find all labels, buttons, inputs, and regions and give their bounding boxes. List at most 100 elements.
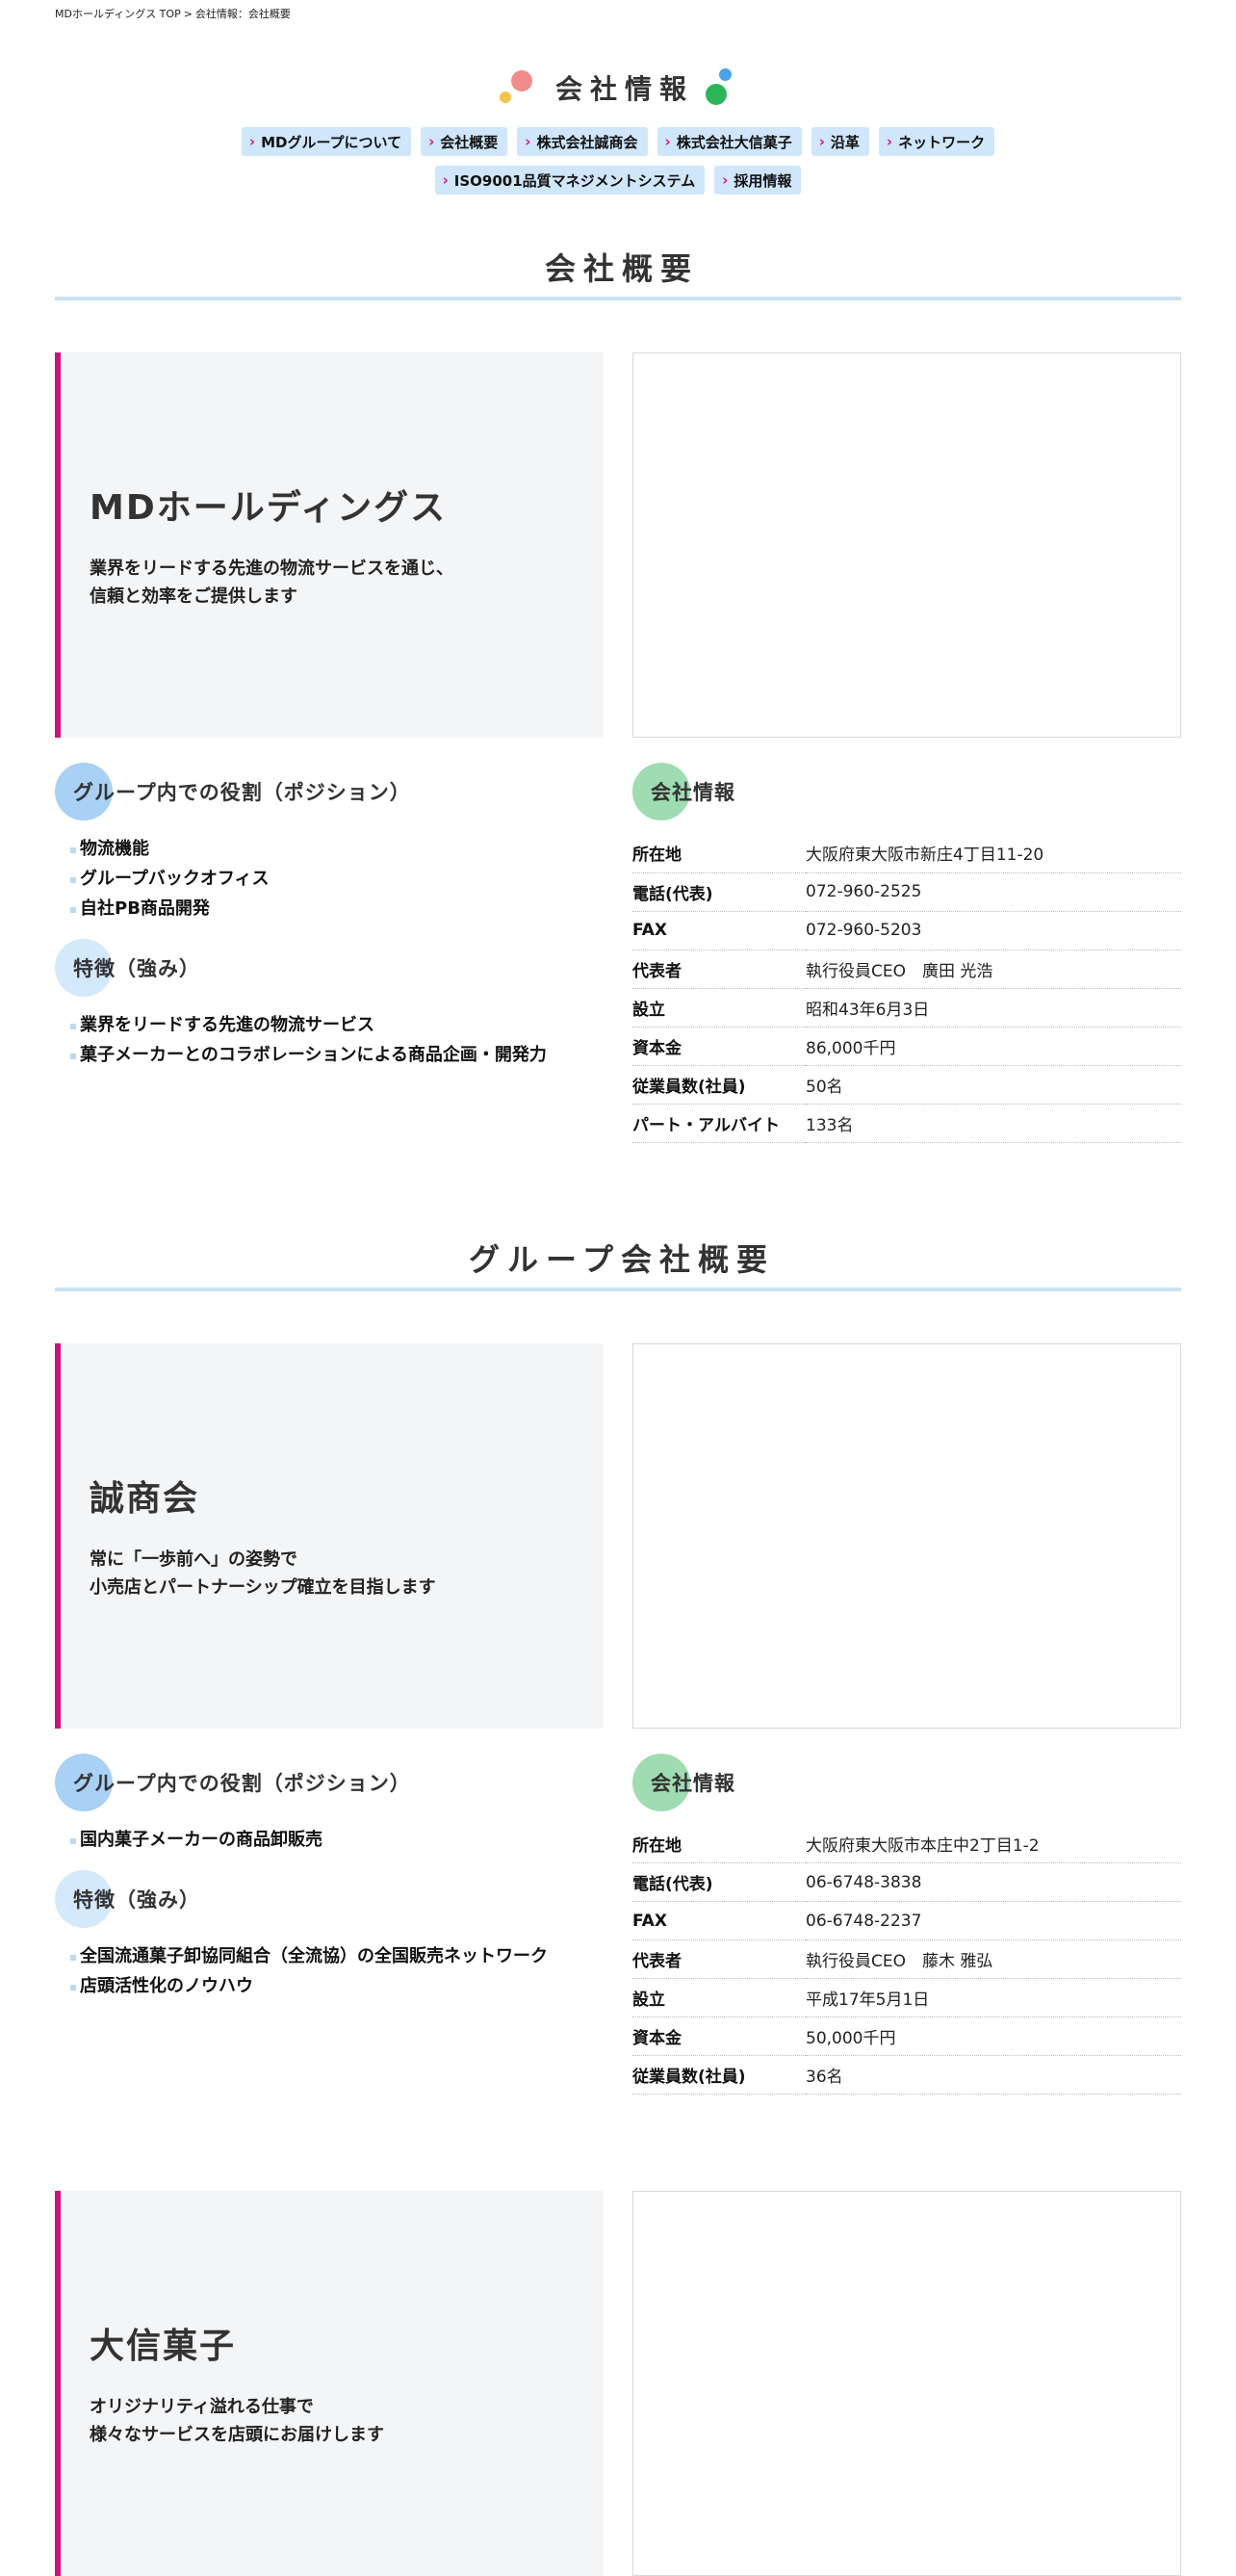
- tagline-line: 業界をリードする先進の物流サービスを通じ、: [90, 559, 453, 579]
- role-heading-text: グループ内での役割（ポジション）: [73, 1771, 411, 1795]
- page-header: 会社情報: [55, 60, 1181, 116]
- nav-item-label: 会社概要: [440, 133, 499, 151]
- info-heading: 会社情報: [632, 763, 1181, 820]
- nav-item-label: MDグループについて: [261, 133, 402, 151]
- nav-item-history[interactable]: › 沿革: [811, 127, 869, 156]
- section-heading-group: グループ会社概要: [55, 1236, 1181, 1291]
- info-value: 06-6748-3838: [806, 1862, 1181, 1902]
- nav-item-daishin[interactable]: › 株式会社大信菓子: [657, 127, 802, 156]
- table-row: FAX 072-960-5203: [632, 911, 1181, 950]
- chevron-right-icon: ›: [722, 171, 729, 189]
- section-heading-overview: 会社概要: [55, 245, 1181, 300]
- nav-item-recruit[interactable]: › 採用情報: [714, 166, 802, 195]
- nav-item-label: 株式会社大信菓子: [676, 133, 792, 151]
- nav-item-network[interactable]: › ネットワーク: [878, 127, 995, 156]
- section-divider: [55, 297, 1181, 300]
- tagline-line: 常に「一歩前へ」の姿勢で: [90, 1548, 297, 1570]
- company-info-table: 所在地 大阪府東大阪市新庄4丁目11-20 電話(代表) 072-960-2525 …: [632, 834, 1181, 1143]
- company-photo: [632, 2191, 1181, 2576]
- table-row: 従業員数(社員) 50名: [632, 1065, 1181, 1105]
- table-row: 資本金 50,000千円: [632, 2017, 1181, 2056]
- info-value: 133名: [806, 1104, 1181, 1143]
- list-item: 菓子メーカーとのコラボレーションによる商品企画・開発力: [70, 1040, 604, 1070]
- strength-heading-text: 特徴（強み）: [73, 957, 200, 980]
- chevron-right-icon: ›: [886, 133, 893, 150]
- breadcrumb-current: 会社情報：会社概要: [194, 8, 291, 20]
- info-key: 従業員数(社員): [632, 2055, 806, 2095]
- company-intro-box: 大信菓子 オリジナリティ溢れる仕事で 様々なサービスを店頭にお届けします: [55, 2191, 604, 2576]
- info-value: 大阪府東大阪市新庄4丁目11-20: [806, 834, 1181, 873]
- company-tagline: 業界をリードする先進の物流サービスを通じ、 信頼と効率をご提供します: [90, 555, 604, 611]
- info-value: 06-6748-2237: [806, 1901, 1181, 1940]
- info-value: 50名: [806, 1065, 1181, 1105]
- info-key: 所在地: [632, 834, 806, 873]
- nav-item-label: 沿革: [830, 133, 860, 151]
- table-row: FAX 06-6748-2237: [632, 1901, 1181, 1940]
- strength-heading: 特徴（強み）: [55, 1869, 604, 1928]
- company-tagline: オリジナリティ溢れる仕事で 様々なサービスを店頭にお届けします: [90, 2393, 604, 2449]
- company-tagline: 常に「一歩前へ」の姿勢で 小売店とパートナーシップ確立を目指します: [90, 1546, 604, 1601]
- nav-item-md-group[interactable]: › MDグループについて: [241, 127, 412, 156]
- table-row: 電話(代表) 06-6748-3838: [632, 1862, 1181, 1902]
- section-divider: [55, 1287, 1181, 1291]
- info-heading-text: 会社情報: [651, 781, 735, 804]
- chevron-right-icon: ›: [664, 133, 671, 150]
- nav-item-label: ネットワーク: [898, 133, 986, 151]
- company-photo: [632, 352, 1181, 738]
- list-item: グループバックオフィス: [70, 864, 604, 894]
- company-hero-md: MDホールディングス 業界をリードする先進の物流サービスを通じ、 信頼と効率をご…: [55, 352, 1181, 738]
- info-value: 執行役員CEO 藤木 雅弘: [806, 1939, 1181, 1979]
- section-title: グループ会社概要: [468, 1240, 776, 1278]
- info-key: 従業員数(社員): [632, 1065, 806, 1105]
- chevron-right-icon: ›: [248, 133, 256, 150]
- list-item: 自社PB商品開発: [70, 894, 604, 924]
- tagline-line: オリジナリティ溢れる仕事で: [90, 2397, 314, 2417]
- breadcrumb: MDホールディングス TOP > 会社情報：会社概要: [55, 0, 1181, 21]
- decorative-dots-right-icon: [702, 68, 736, 107]
- company-hero-seishokai: 誠商会 常に「一歩前へ」の姿勢で 小売店とパートナーシップ確立を目指します: [55, 1342, 1181, 1729]
- info-heading: 会社情報: [632, 1753, 1181, 1811]
- info-value: 平成17年5月1日: [806, 1978, 1181, 2017]
- table-row: 設立 平成17年5月1日: [632, 1978, 1181, 2017]
- table-row: 所在地 大阪府東大阪市新庄4丁目11-20: [632, 834, 1181, 873]
- info-key: 電話(代表): [632, 1862, 806, 1902]
- strength-heading: 特徴（強み）: [55, 939, 604, 997]
- nav-item-label: ISO9001品質マネジメントシステム: [453, 171, 696, 190]
- strength-list: 業界をリードする先進の物流サービス 菓子メーカーとのコラボレーションによる商品企…: [55, 1010, 604, 1070]
- company-name: MDホールディングス: [90, 488, 448, 528]
- company-intro-box: 誠商会 常に「一歩前へ」の姿勢で 小売店とパートナーシップ確立を目指します: [55, 1342, 604, 1729]
- company-details-seishokai: グループ内での役割（ポジション） 国内菓子メーカーの商品卸販売 特徴（強み） 全…: [55, 1753, 1181, 2095]
- table-row: 代表者 執行役員CEO 藤木 雅弘: [632, 1939, 1181, 1979]
- info-value: 072-960-5203: [806, 911, 1181, 950]
- list-item: 国内菓子メーカーの商品卸販売: [70, 1825, 604, 1855]
- chevron-right-icon: ›: [818, 133, 825, 150]
- chevron-right-icon: ›: [525, 133, 531, 150]
- info-value: 大阪府東大阪市本庄中2丁目1-2: [806, 1824, 1181, 1863]
- info-key: 所在地: [632, 1824, 806, 1863]
- role-heading: グループ内での役割（ポジション）: [55, 763, 604, 820]
- info-key: FAX: [632, 911, 806, 950]
- nav-item-seishokai[interactable]: › 株式会社誠商会: [517, 127, 648, 156]
- table-row: 所在地 大阪府東大阪市本庄中2丁目1-2: [632, 1824, 1181, 1863]
- info-key: 電話(代表): [632, 872, 806, 912]
- company-name: 大信菓子: [90, 2327, 237, 2366]
- info-key: FAX: [632, 1901, 806, 1940]
- nav-item-iso9001[interactable]: › ISO9001品質マネジメントシステム: [434, 166, 706, 195]
- list-item: 物流機能: [70, 834, 604, 864]
- info-key: 代表者: [632, 1939, 806, 1979]
- info-value: 36名: [806, 2055, 1181, 2095]
- nav-item-overview[interactable]: › 会社概要: [421, 127, 508, 156]
- table-row: 代表者 執行役員CEO 廣田 光浩: [632, 950, 1181, 989]
- breadcrumb-home-link[interactable]: MDホールディングス TOP: [55, 8, 181, 20]
- tagline-line: 小売店とパートナーシップ確立を目指します: [90, 1576, 436, 1598]
- company-intro-box: MDホールディングス 業界をリードする先進の物流サービスを通じ、 信頼と効率をご…: [55, 352, 604, 738]
- info-key: 資本金: [632, 1027, 806, 1066]
- table-row: 電話(代表) 072-960-2525: [632, 872, 1181, 912]
- info-heading-text: 会社情報: [651, 1771, 735, 1795]
- list-item: 業界をリードする先進の物流サービス: [70, 1010, 604, 1040]
- list-item: 全国流通菓子卸協同組合（全流協）の全国販売ネットワーク: [70, 1941, 604, 1971]
- company-photo: [632, 1342, 1181, 1729]
- company-hero-daishin: 大信菓子 オリジナリティ溢れる仕事で 様々なサービスを店頭にお届けします: [55, 2191, 1181, 2576]
- company-name: 誠商会: [90, 1478, 200, 1519]
- role-heading: グループ内での役割（ポジション）: [55, 1753, 604, 1811]
